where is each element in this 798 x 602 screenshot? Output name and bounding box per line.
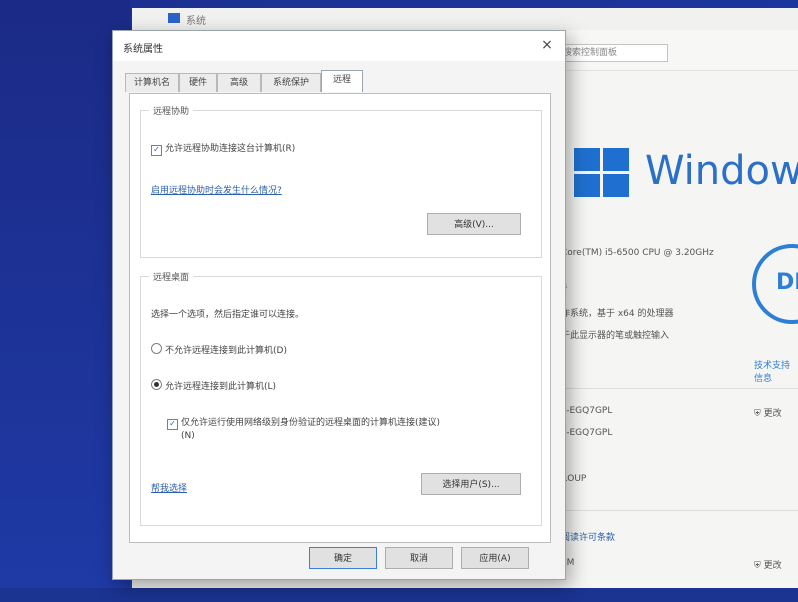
windows-brand-text: Window xyxy=(645,148,798,194)
change-key-label: 更改 xyxy=(763,561,782,571)
license-terms-link[interactable]: 阅读许可条款 xyxy=(561,530,615,543)
remote-assistance-title: 远程协助 xyxy=(149,104,194,117)
allow-remote-assistance-label: 允许远程协助连接这台计算机(R) xyxy=(165,144,296,154)
windows-logo-icon xyxy=(574,148,630,198)
full-computer-name-value: P-EGQ7GPL xyxy=(561,428,613,438)
change-settings-label: 更改 xyxy=(763,409,782,419)
option-allow-radio[interactable] xyxy=(151,379,162,390)
apply-button[interactable]: 应用(A) xyxy=(461,547,529,569)
tab-hardware[interactable]: 硬件 xyxy=(179,73,217,92)
close-icon[interactable]: × xyxy=(539,37,555,53)
tab-system-protection[interactable]: 系统保护 xyxy=(261,73,321,92)
help-me-choose-link[interactable]: 帮我选择 xyxy=(151,481,187,494)
option-deny-row[interactable]: 不允许远程连接到此计算机(D) xyxy=(151,343,287,356)
change-settings-link[interactable]: ⛨ 更改 xyxy=(754,406,782,419)
section-divider xyxy=(561,510,798,511)
control-panel-search-input[interactable]: 搜索控制面板 xyxy=(556,44,668,62)
nla-row[interactable]: ✓ 仅允许运行使用网络级别身份验证的远程桌面的计算机连接(建议) xyxy=(167,415,440,430)
option-allow-label: 允许远程连接到此计算机(L) xyxy=(165,382,277,392)
ok-button[interactable]: 确定 xyxy=(309,547,377,569)
system-window-icon xyxy=(168,13,180,23)
shield-icon: ⛨ xyxy=(754,409,761,419)
change-product-key-link[interactable]: ⛨ 更改 xyxy=(754,558,782,571)
nla-label: 仅允许运行使用网络级别身份验证的远程桌面的计算机连接(建议) xyxy=(181,418,441,428)
dell-logo-text: DELL xyxy=(776,270,798,295)
section-divider xyxy=(561,388,798,389)
select-users-button[interactable]: 选择用户(S)... xyxy=(421,473,521,495)
remote-assistance-group: 远程协助 ✓ 允许远程协助连接这台计算机(R) 启用远程协助时会发生什么情况? 高… xyxy=(140,104,542,258)
oem-support-link[interactable]: 技术支持信息 xyxy=(754,358,798,384)
background-window-title: 系统 xyxy=(186,16,206,27)
nla-label-line2: (N) xyxy=(181,431,195,441)
allow-remote-assistance-row[interactable]: ✓ 允许远程协助连接这台计算机(R) xyxy=(151,141,295,156)
shield-icon: ⛨ xyxy=(754,561,761,571)
tab-remote[interactable]: 远程 xyxy=(321,70,363,92)
tab-advanced[interactable]: 高级 xyxy=(217,73,261,92)
processor-value: Core(TM) i5-6500 CPU @ 3.20GHz xyxy=(561,248,714,258)
desktop-background xyxy=(0,0,130,602)
remote-desktop-title: 远程桌面 xyxy=(149,270,194,283)
background-titlebar: 系统 xyxy=(132,8,798,31)
remote-desktop-instruction: 选择一个选项，然后指定谁可以连接。 xyxy=(151,310,305,320)
taskbar-edge xyxy=(0,588,798,602)
what-happens-link[interactable]: 启用远程协助时会发生什么情况? xyxy=(151,183,282,196)
option-deny-radio[interactable] xyxy=(151,343,162,354)
remote-desktop-group: 远程桌面 选择一个选项，然后指定谁可以连接。 不允许远程连接到此计算机(D) 允… xyxy=(140,270,542,526)
cancel-button[interactable]: 取消 xyxy=(385,547,453,569)
dialog-title: 系统属性 xyxy=(123,44,163,55)
dialog-titlebar: 系统属性 × xyxy=(113,31,565,61)
system-properties-dialog: 系统属性 × 计算机名 硬件 高级 系统保护 远程 远程协助 ✓ 允许远程协助连接… xyxy=(112,30,566,580)
advanced-button[interactable]: 高级(V)... xyxy=(427,213,521,235)
pen-touch-value: 于此显示器的笔或触控输入 xyxy=(561,331,670,341)
option-allow-row[interactable]: 允许远程连接到此计算机(L) xyxy=(151,379,276,392)
option-deny-label: 不允许远程连接到此计算机(D) xyxy=(165,346,287,356)
computer-name-value: P-EGQ7GPL xyxy=(561,406,613,416)
tab-computer-name[interactable]: 计算机名 xyxy=(125,73,179,92)
remote-tab-panel: 远程协助 ✓ 允许远程协助连接这台计算机(R) 启用远程协助时会发生什么情况? 高… xyxy=(129,93,551,543)
allow-remote-assistance-checkbox[interactable]: ✓ xyxy=(151,145,162,156)
system-type-value: 作系统，基于 x64 的处理器 xyxy=(561,309,674,319)
nla-checkbox[interactable]: ✓ xyxy=(167,419,178,430)
